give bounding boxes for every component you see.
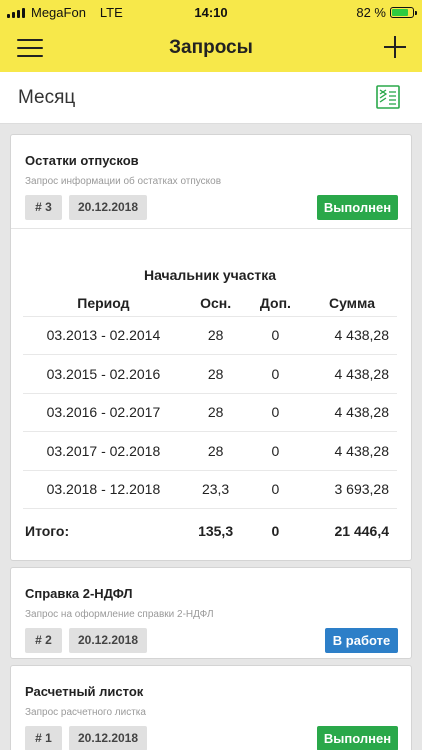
request-date-badge: 20.12.2018 bbox=[69, 195, 147, 220]
total-main: 135,3 bbox=[183, 508, 248, 553]
cell-main: 28 bbox=[183, 354, 248, 393]
request-number-badge: # 1 bbox=[25, 726, 62, 750]
total-label: Итого: bbox=[23, 508, 184, 553]
column-header-main: Осн. bbox=[200, 294, 232, 311]
column-header-sum: Сумма bbox=[328, 294, 375, 311]
top-bar: MegaFon LTE 14:10 82 % Запросы bbox=[0, 0, 422, 72]
cell-main: 28 bbox=[183, 392, 248, 432]
cell-extra: 0 bbox=[247, 469, 304, 509]
card-divider bbox=[11, 228, 411, 229]
column-header-extra: Доп. bbox=[259, 294, 291, 311]
cell-period: 03.2018 - 12.2018 bbox=[23, 469, 184, 509]
request-number-badge: # 2 bbox=[25, 628, 62, 653]
request-card-payslip[interactable]: Расчетный листок Запрос расчетного листк… bbox=[10, 665, 412, 750]
card-description: Запрос расчетного листка bbox=[25, 707, 146, 718]
period-bar: Месяц bbox=[0, 72, 422, 124]
battery-percent: 82 % bbox=[356, 5, 386, 20]
cell-main: 28 bbox=[183, 315, 248, 355]
card-description: Запрос на оформление справки 2-НДФЛ bbox=[25, 609, 214, 620]
request-number-badge: # 3 bbox=[25, 195, 62, 220]
request-date-badge: 20.12.2018 bbox=[69, 726, 147, 750]
status-badge-done[interactable]: Выполнен bbox=[317, 726, 398, 750]
total-sum: 21 446,4 bbox=[303, 508, 397, 553]
cell-main: 23,3 bbox=[183, 469, 248, 509]
cell-period: 03.2017 - 02.2018 bbox=[23, 431, 184, 470]
request-date-badge: 20.12.2018 bbox=[69, 628, 147, 653]
cell-sum: 4 438,28 bbox=[303, 315, 397, 355]
page-title: Запросы bbox=[169, 37, 253, 58]
cell-extra: 0 bbox=[247, 392, 304, 432]
cell-main: 28 bbox=[183, 431, 248, 470]
cell-extra: 0 bbox=[247, 431, 304, 470]
add-request-icon[interactable] bbox=[384, 36, 406, 58]
nav-bar: Запросы bbox=[0, 24, 422, 72]
table-row: 03.2016 - 02.2017 28 0 4 438,28 bbox=[23, 392, 397, 432]
battery-icon bbox=[390, 7, 417, 18]
battery-fill bbox=[392, 9, 409, 16]
status-badge-in-progress[interactable]: В работе bbox=[325, 628, 398, 653]
card-title: Справка 2-НДФЛ bbox=[25, 586, 133, 601]
table-row: 03.2013 - 02.2014 28 0 4 438,28 bbox=[23, 315, 397, 355]
cell-sum: 3 693,28 bbox=[303, 469, 397, 509]
report-icon[interactable] bbox=[376, 85, 400, 109]
cell-extra: 0 bbox=[247, 315, 304, 355]
cell-sum: 4 438,28 bbox=[303, 354, 397, 393]
request-card-vacation[interactable]: Остатки отпусков Запрос информации об ос… bbox=[10, 134, 412, 561]
period-selector[interactable]: Месяц bbox=[18, 87, 75, 109]
cell-extra: 0 bbox=[247, 354, 304, 393]
table-row: 03.2018 - 12.2018 23,3 0 3 693,28 bbox=[23, 469, 397, 509]
vacation-table: Период Осн. Доп. Сумма 03.2013 - 02.2014… bbox=[23, 290, 397, 553]
cell-sum: 4 438,28 bbox=[303, 431, 397, 470]
position-title: Начальник участка bbox=[143, 267, 277, 283]
card-title: Остатки отпусков bbox=[25, 153, 139, 168]
card-title: Расчетный листок bbox=[25, 684, 144, 699]
column-header-period: Период bbox=[77, 294, 130, 311]
total-extra: 0 bbox=[247, 508, 304, 553]
request-card-ndfl[interactable]: Справка 2-НДФЛ Запрос на оформление спра… bbox=[10, 567, 412, 659]
table-header-row: Период Осн. Доп. Сумма bbox=[23, 290, 397, 316]
cell-period: 03.2015 - 02.2016 bbox=[23, 354, 184, 393]
card-description: Запрос информации об остатках отпусков bbox=[25, 176, 222, 187]
requests-list: Остатки отпусков Запрос информации об ос… bbox=[10, 134, 412, 750]
table-total-row: Итого: 135,3 0 21 446,4 bbox=[23, 508, 397, 553]
cell-period: 03.2016 - 02.2017 bbox=[23, 392, 184, 432]
status-badge-done[interactable]: Выполнен bbox=[317, 195, 398, 220]
table-row: 03.2015 - 02.2016 28 0 4 438,28 bbox=[23, 354, 397, 393]
cell-sum: 4 438,28 bbox=[303, 392, 397, 432]
status-right: 82 % bbox=[356, 5, 417, 20]
table-row: 03.2017 - 02.2018 28 0 4 438,28 bbox=[23, 431, 397, 470]
cell-period: 03.2013 - 02.2014 bbox=[23, 315, 184, 355]
status-bar: MegaFon LTE 14:10 82 % bbox=[0, 0, 422, 24]
